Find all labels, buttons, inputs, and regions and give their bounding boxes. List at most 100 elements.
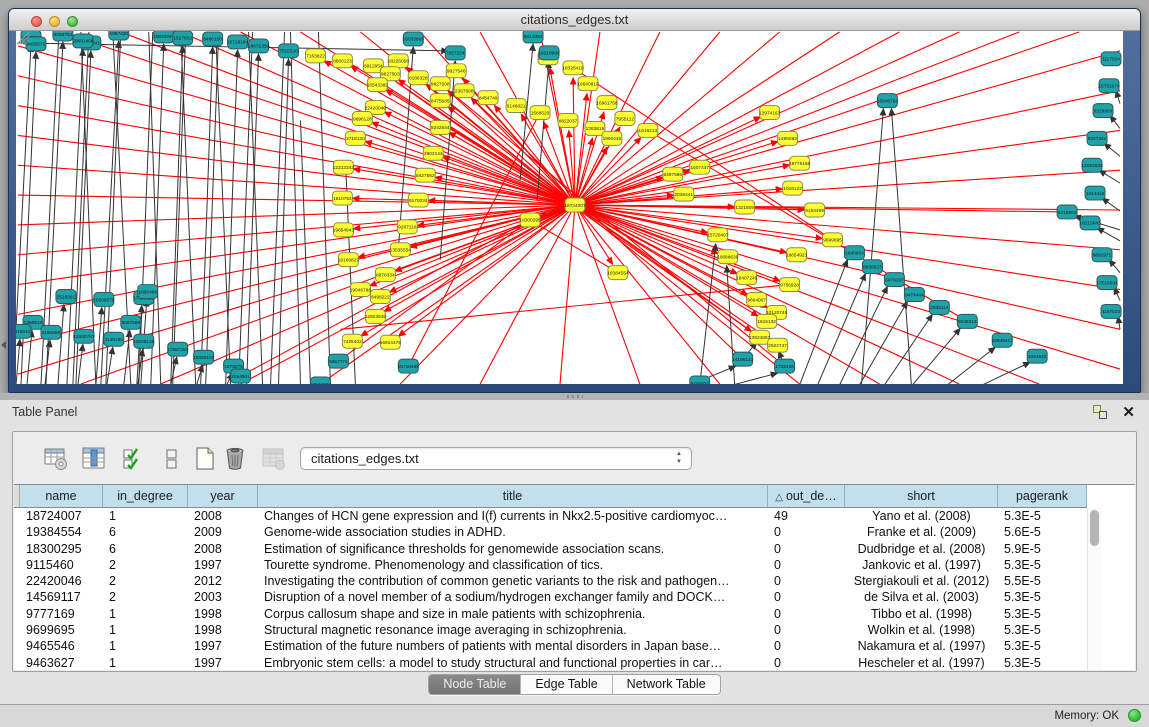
cell-name[interactable]: 14569117: [20, 589, 103, 605]
cell-year[interactable]: 2009: [188, 524, 258, 540]
splitter-handle[interactable]: [567, 395, 583, 398]
cell-name[interactable]: 9699695: [20, 622, 103, 638]
column-header-pagerank[interactable]: pagerank: [998, 485, 1087, 508]
cell-short[interactable]: Hescheler et al. (1997): [845, 655, 998, 670]
horizontal-splitter[interactable]: [0, 393, 1149, 400]
cell-out-de-[interactable]: 49: [768, 508, 845, 524]
network-canvas[interactable]: 8660123891295418226058982750316543382818…: [16, 31, 1123, 384]
table-row[interactable]: 946362711997Embryonic stem cells: a mode…: [14, 655, 1135, 670]
network-view-window[interactable]: citations_edges.txt 86601238912954182260…: [8, 8, 1141, 393]
cell-year[interactable]: 2008: [188, 508, 258, 524]
cell-name[interactable]: 22420046: [20, 573, 103, 589]
delete-table-icon[interactable]: [222, 446, 248, 472]
vertical-scrollbar[interactable]: [1087, 508, 1101, 670]
cell-pagerank[interactable]: 5.3E-5: [998, 638, 1087, 654]
cell-pagerank[interactable]: 5.3E-5: [998, 655, 1087, 670]
float-window-icon[interactable]: [1093, 405, 1107, 419]
cell-title[interactable]: Tourette syndrome. Phenomenology and cla…: [258, 557, 768, 573]
cell-in-degree[interactable]: 1: [103, 622, 188, 638]
cell-short[interactable]: Franke et al. (2009): [845, 524, 998, 540]
scrollbar-thumb[interactable]: [1090, 510, 1099, 546]
cell-in-degree[interactable]: 1: [103, 655, 188, 670]
table-row[interactable]: 1830029562008Estimation of significance …: [14, 541, 1135, 557]
cell-title[interactable]: Embryonic stem cells: a model to study s…: [258, 655, 768, 670]
tab-edge-table[interactable]: Edge Table: [521, 675, 612, 694]
cell-title[interactable]: Investigating the contribution of common…: [258, 573, 768, 589]
cell-title[interactable]: Structural magnetic resonance image aver…: [258, 622, 768, 638]
table-body[interactable]: 1872400712008Changes of HCN gene express…: [14, 508, 1135, 670]
collapse-panel-arrow-icon[interactable]: [1, 341, 6, 349]
network-window-titlebar[interactable]: citations_edges.txt: [9, 9, 1140, 31]
column-header-year[interactable]: year: [188, 485, 258, 508]
cell-out-de-[interactable]: 0: [768, 541, 845, 557]
cell-title[interactable]: Estimation of significance thresholds fo…: [258, 541, 768, 557]
table-settings-icon[interactable]: [43, 446, 69, 472]
memory-status-icon[interactable]: [1128, 709, 1141, 722]
cell-name[interactable]: 9115460: [20, 557, 103, 573]
table-row[interactable]: 977716911998Corpus callosum shape and si…: [14, 606, 1135, 622]
cell-short[interactable]: Wolkin et al. (1998): [845, 622, 998, 638]
cell-in-degree[interactable]: 2: [103, 573, 188, 589]
cell-pagerank[interactable]: 5.6E-5: [998, 524, 1087, 540]
cell-year[interactable]: 1997: [188, 655, 258, 670]
cell-pagerank[interactable]: 5.3E-5: [998, 557, 1087, 573]
cell-pagerank[interactable]: 5.3E-5: [998, 606, 1087, 622]
tab-node-table[interactable]: Node Table: [429, 675, 521, 694]
cell-out-de-[interactable]: 0: [768, 638, 845, 654]
cell-in-degree[interactable]: 1: [103, 606, 188, 622]
table-row[interactable]: 946554611997Estimation of the future num…: [14, 638, 1135, 654]
row-height-icon[interactable]: [159, 446, 185, 472]
cell-year[interactable]: 1997: [188, 557, 258, 573]
cell-year[interactable]: 2012: [188, 573, 258, 589]
cell-name[interactable]: 18300295: [20, 541, 103, 557]
cell-in-degree[interactable]: 1: [103, 508, 188, 524]
cell-name[interactable]: 19384554: [20, 524, 103, 540]
column-header-out-de-[interactable]: △out_de…: [768, 485, 845, 508]
cell-short[interactable]: Stergiakouli et al. (2012): [845, 573, 998, 589]
cell-year[interactable]: 1998: [188, 622, 258, 638]
cell-title[interactable]: Genome-wide association studies in ADHD.: [258, 524, 768, 540]
cell-pagerank[interactable]: 5.3E-5: [998, 589, 1087, 605]
cell-name[interactable]: 9465546: [20, 638, 103, 654]
cell-pagerank[interactable]: 5.3E-5: [998, 622, 1087, 638]
cell-title[interactable]: Disruption of a novel member of a sodium…: [258, 589, 768, 605]
cell-name[interactable]: 9777169: [20, 606, 103, 622]
cell-year[interactable]: 2008: [188, 541, 258, 557]
column-header-short[interactable]: short: [845, 485, 998, 508]
cell-short[interactable]: Dudbridge et al. (2008): [845, 541, 998, 557]
cell-out-de-[interactable]: 0: [768, 573, 845, 589]
tab-network-table[interactable]: Network Table: [613, 675, 720, 694]
cell-short[interactable]: de Silva et al. (2003): [845, 589, 998, 605]
cell-pagerank[interactable]: 5.5E-5: [998, 573, 1087, 589]
close-panel-icon[interactable]: ✕: [1122, 403, 1135, 421]
cell-out-de-[interactable]: 0: [768, 622, 845, 638]
cell-year[interactable]: 2003: [188, 589, 258, 605]
cell-in-degree[interactable]: 1: [103, 638, 188, 654]
new-table-icon[interactable]: [192, 446, 218, 472]
cell-short[interactable]: Nakamura et al. (1997): [845, 638, 998, 654]
show-columns-icon[interactable]: [81, 446, 107, 472]
cell-name[interactable]: 18724007: [20, 508, 103, 524]
table-selector-dropdown[interactable]: citations_edges.txt ▲▼: [300, 447, 692, 470]
table-row[interactable]: 2242004622012Investigating the contribut…: [14, 573, 1135, 589]
node-table[interactable]: namein_degreeyeartitle△out_de…shortpager…: [14, 484, 1135, 670]
column-header-title[interactable]: title: [258, 485, 768, 508]
cell-out-de-[interactable]: 0: [768, 524, 845, 540]
table-row[interactable]: 1872400712008Changes of HCN gene express…: [14, 508, 1135, 524]
cell-title[interactable]: Changes of HCN gene expression and I(f) …: [258, 508, 768, 524]
cell-in-degree[interactable]: 2: [103, 557, 188, 573]
cell-in-degree[interactable]: 2: [103, 589, 188, 605]
table-row[interactable]: 1938455462009Genome-wide association stu…: [14, 524, 1135, 540]
cell-title[interactable]: Estimation of the future numbers of pati…: [258, 638, 768, 654]
cell-in-degree[interactable]: 6: [103, 541, 188, 557]
cell-short[interactable]: Tibbo et al. (1998): [845, 606, 998, 622]
cell-pagerank[interactable]: 5.3E-5: [998, 508, 1087, 524]
cell-out-de-[interactable]: 0: [768, 655, 845, 670]
cell-short[interactable]: Yano et al. (2008): [845, 508, 998, 524]
column-header-in-degree[interactable]: in_degree: [103, 485, 188, 508]
column-header-name[interactable]: name: [20, 485, 103, 508]
cell-in-degree[interactable]: 6: [103, 524, 188, 540]
cell-title[interactable]: Corpus callosum shape and size in male p…: [258, 606, 768, 622]
cell-out-de-[interactable]: 0: [768, 606, 845, 622]
cell-short[interactable]: Jankovic et al. (1997): [845, 557, 998, 573]
